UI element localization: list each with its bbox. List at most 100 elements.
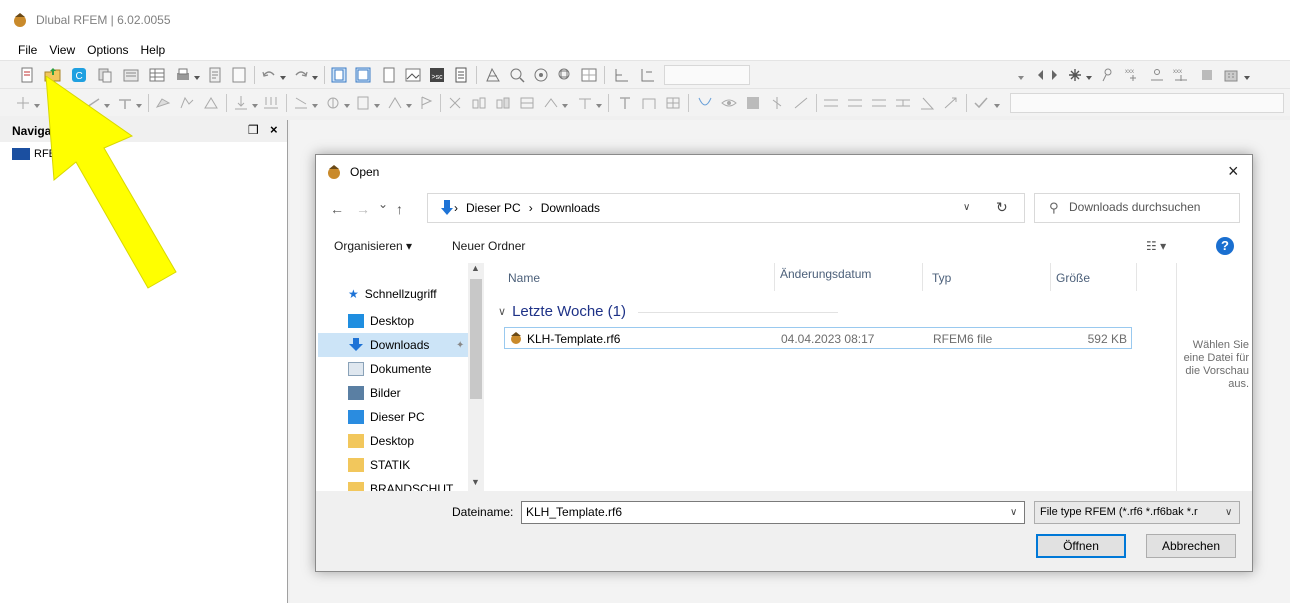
cancel-button[interactable]: Abbrechen	[1146, 534, 1236, 558]
member-tool-icon[interactable]	[116, 94, 134, 112]
imposed-dropdown-icon[interactable]	[406, 98, 412, 108]
toolbar-combo-2[interactable]	[1010, 93, 1284, 113]
organize-button[interactable]: Organisieren ▾	[334, 239, 412, 253]
breadcrumb-downloads[interactable]: Downloads	[541, 201, 600, 215]
design-1-icon[interactable]	[616, 94, 634, 112]
zoom-icon[interactable]	[508, 66, 526, 84]
angle-icon[interactable]	[918, 94, 936, 112]
render-icon[interactable]	[744, 94, 762, 112]
load-solid-dropdown-icon[interactable]	[374, 98, 380, 108]
cut-icon[interactable]	[446, 94, 464, 112]
print-dropdown-icon[interactable]	[194, 70, 200, 80]
dimension-coordinates-icon[interactable]: xxx	[1172, 66, 1190, 84]
column-type[interactable]: Typ	[932, 271, 951, 285]
column-date[interactable]: Änderungsdatum	[780, 267, 871, 281]
member-icon[interactable]	[1198, 66, 1216, 84]
pin-icon[interactable]: ✦	[456, 340, 464, 351]
menu-view[interactable]: View	[43, 40, 81, 60]
filename-chevron-icon[interactable]: ∨	[1010, 507, 1017, 518]
result-2-icon[interactable]	[494, 94, 512, 112]
load-node-icon[interactable]	[232, 94, 250, 112]
deformation-icon[interactable]	[696, 94, 714, 112]
menu-options[interactable]: Options	[81, 40, 134, 60]
result-5-dropdown-icon[interactable]	[596, 98, 602, 108]
dim-3-icon[interactable]	[870, 94, 888, 112]
search-box[interactable]: ⚲	[1034, 193, 1240, 223]
table-icon[interactable]	[148, 66, 166, 84]
redo-icon[interactable]	[292, 66, 310, 84]
view-mode-1-icon[interactable]	[330, 66, 348, 84]
address-bar[interactable]: › Dieser PC › Downloads ∨ ↻	[427, 193, 1025, 223]
copy-model-icon[interactable]	[96, 66, 114, 84]
address-history-chevron-icon[interactable]: ∨	[963, 202, 970, 213]
node-tool-icon[interactable]	[14, 94, 32, 112]
dimension-icon[interactable]	[1148, 66, 1166, 84]
back-button[interactable]: ←	[330, 201, 344, 217]
surface-tool-icon[interactable]	[154, 94, 172, 112]
result-3-icon[interactable]	[518, 94, 536, 112]
load-member-icon[interactable]	[292, 94, 310, 112]
refresh-icon[interactable]: ↻	[996, 199, 1008, 216]
undo-dropdown-icon[interactable]	[280, 70, 286, 80]
new-model-icon[interactable]	[18, 66, 36, 84]
group-toggle-icon[interactable]: ∨	[498, 305, 506, 318]
navigator-root-item[interactable]: RFEM	[12, 148, 65, 160]
member-tool-dropdown-icon[interactable]	[136, 98, 142, 108]
new-folder-button[interactable]: Neuer Ordner	[452, 239, 525, 253]
model-manager-icon[interactable]	[122, 66, 140, 84]
open-folder-icon[interactable]	[44, 66, 62, 84]
menu-file[interactable]: File	[12, 40, 43, 60]
nav-item-desktop-folder[interactable]: Desktop ✦	[348, 429, 484, 453]
line-tool-dropdown-icon[interactable]	[104, 98, 110, 108]
script-icon[interactable]: >sc	[428, 66, 446, 84]
undo-icon[interactable]	[260, 66, 278, 84]
result-1-icon[interactable]	[470, 94, 488, 112]
document-icon[interactable]	[452, 66, 470, 84]
print-icon[interactable]	[174, 66, 192, 84]
open-button[interactable]: Öffnen	[1036, 534, 1126, 558]
light-icon[interactable]	[768, 94, 786, 112]
line-draw-icon[interactable]	[792, 94, 810, 112]
opening-tool-icon[interactable]	[202, 94, 220, 112]
printout-icon[interactable]	[230, 66, 248, 84]
nav-item-brandschutz[interactable]: BRANDSCHUT	[348, 477, 484, 491]
line-tool-icon[interactable]	[84, 94, 102, 112]
toolbar-combo[interactable]	[664, 65, 750, 85]
support-icon[interactable]	[1066, 66, 1084, 84]
toolbar-dropdown-icon[interactable]	[1018, 70, 1024, 80]
load-node-dropdown-icon[interactable]	[252, 98, 258, 108]
filename-input[interactable]	[526, 505, 996, 519]
node-icon[interactable]	[1098, 66, 1116, 84]
load-solid-icon[interactable]	[354, 94, 372, 112]
quick-access-item[interactable]: ★ Schnellzugriff	[348, 287, 437, 301]
filename-combo[interactable]: ∨	[521, 501, 1025, 524]
dialog-close-button[interactable]: ×	[1228, 161, 1239, 182]
support-dropdown-icon[interactable]	[1086, 70, 1092, 80]
building-dropdown-icon[interactable]	[1244, 70, 1250, 80]
nav-item-statik[interactable]: STATIK ✦	[348, 453, 484, 477]
filetype-chevron-icon[interactable]: ∨	[1225, 507, 1232, 518]
imposed-icon[interactable]	[386, 94, 404, 112]
view-options-button[interactable]: ☷ ▾	[1146, 239, 1166, 253]
recent-locations-button[interactable]: ⌄	[378, 197, 388, 211]
navigation-scrollbar[interactable]: ▲ ▼	[468, 263, 484, 491]
result-5-icon[interactable]	[576, 94, 594, 112]
navigator-close-icon[interactable]: ×	[270, 122, 278, 137]
generate-icon[interactable]	[418, 94, 436, 112]
scroll-down-icon[interactable]: ▼	[471, 477, 480, 487]
node-tool-dropdown-icon[interactable]	[34, 98, 40, 108]
axis-2-icon[interactable]	[638, 66, 656, 84]
column-name[interactable]: Name	[508, 271, 540, 285]
solid-tool-icon[interactable]	[178, 94, 196, 112]
design-3-icon[interactable]	[664, 94, 682, 112]
nav-item-downloads[interactable]: Downloads ✦	[318, 333, 470, 357]
cloud-icon[interactable]: C	[70, 66, 88, 84]
search-input[interactable]	[1069, 200, 1237, 214]
forward-button[interactable]: →	[356, 201, 370, 217]
building-icon[interactable]	[1222, 66, 1240, 84]
check-dropdown-icon[interactable]	[994, 98, 1000, 108]
check-icon[interactable]	[972, 94, 990, 112]
nav-item-bilder[interactable]: Bilder ✦	[348, 381, 484, 405]
nav-item-desktop[interactable]: Desktop ✦	[348, 309, 484, 333]
report-icon[interactable]	[206, 66, 224, 84]
